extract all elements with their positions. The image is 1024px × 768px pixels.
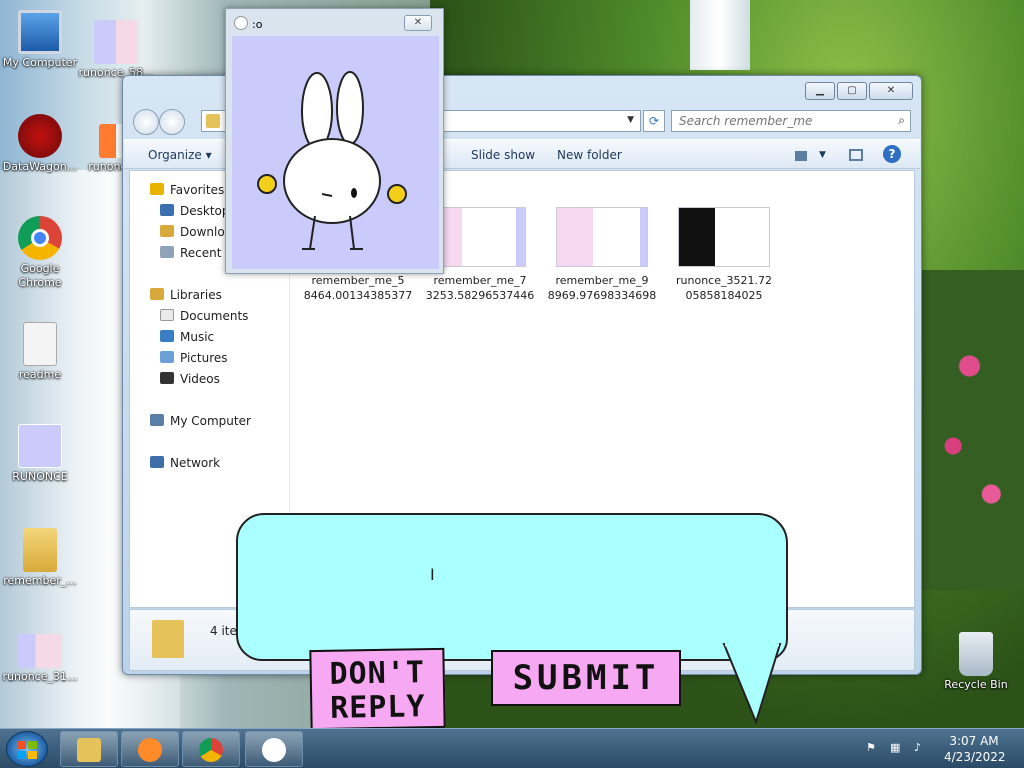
bunny-icon: [234, 16, 248, 30]
videos-icon: [160, 372, 174, 384]
back-button[interactable]: [133, 109, 159, 135]
chrome-icon: [199, 738, 223, 762]
desktop-icon: [160, 204, 174, 216]
datawagon-icon: [18, 114, 62, 158]
new-folder-button[interactable]: New folder: [557, 148, 622, 162]
music-icon: [160, 330, 174, 342]
search-input[interactable]: [672, 111, 882, 131]
libraries-icon: [150, 288, 164, 300]
folder-icon: [206, 114, 220, 128]
desktop-icon-datawagon[interactable]: DataWagon...: [0, 114, 80, 174]
nav-libraries[interactable]: Libraries: [150, 288, 222, 302]
refresh-button[interactable]: ⟳: [643, 110, 665, 132]
desktop-icon-google-chrome[interactable]: Google Chrome: [0, 216, 80, 290]
bunny-illustration: [257, 71, 407, 250]
text-file-icon: [23, 322, 57, 366]
start-button[interactable]: [6, 731, 48, 767]
dont-reply-button[interactable]: DON'T REPLY: [309, 647, 446, 731]
desktop-icon-runonce-58[interactable]: runonce_58...: [76, 20, 156, 80]
file-thumbnail: [434, 207, 526, 267]
bunny-icon: [18, 424, 62, 468]
download-icon: [160, 225, 174, 237]
nav-favorites[interactable]: Favorites: [150, 183, 224, 197]
taskbar-media-player[interactable]: [121, 731, 179, 767]
taskbar-chrome[interactable]: [182, 731, 240, 767]
image-file-icon: [18, 634, 62, 668]
chevron-down-icon[interactable]: ▼: [819, 150, 826, 160]
network-icon: [150, 456, 164, 468]
forward-button[interactable]: [159, 109, 185, 135]
pictures-icon: [160, 351, 174, 363]
preview-pane-icon[interactable]: [849, 149, 863, 161]
computer-icon: [18, 10, 62, 54]
folder-icon: [23, 528, 57, 572]
desktop-icon-remember-folder[interactable]: remember_...: [0, 528, 80, 588]
wallpaper-flowers: [915, 270, 1024, 590]
change-view-icon[interactable]: [795, 151, 807, 161]
chrome-icon: [18, 216, 62, 260]
recycle-bin-icon: [959, 632, 993, 676]
action-center-icon[interactable]: ⚑: [866, 741, 880, 755]
organize-button[interactable]: Organize ▾: [148, 148, 212, 162]
computer-icon: [150, 414, 164, 426]
help-icon[interactable]: ?: [883, 145, 901, 163]
close-button[interactable]: ✕: [869, 82, 913, 100]
taskbar-explorer[interactable]: [60, 731, 118, 767]
documents-icon: [160, 309, 174, 321]
taskbar: ⚑ ▦ ♪ 3:07 AM 4/23/2022: [0, 728, 1024, 768]
network-icon[interactable]: ▦: [890, 741, 904, 755]
nav-pictures[interactable]: Pictures: [160, 351, 228, 365]
chevron-down-icon[interactable]: ▼: [627, 115, 634, 125]
reply-input-bubble[interactable]: [236, 513, 788, 661]
nav-documents[interactable]: Documents: [160, 309, 248, 323]
desktop-icon-my-computer[interactable]: My Computer: [0, 10, 80, 70]
image-file-icon: [94, 20, 138, 64]
bubble-tail: [722, 641, 782, 725]
desktop-icon-runonce-app[interactable]: RUNONCE: [0, 424, 80, 484]
desktop-icon-runonce-31[interactable]: runonce_31...: [0, 634, 80, 684]
nav-my-computer[interactable]: My Computer: [150, 414, 251, 428]
search-box[interactable]: ⌕: [671, 110, 911, 132]
slideshow-button[interactable]: Slide show: [471, 148, 535, 162]
taskbar-runonce[interactable]: [245, 731, 303, 767]
system-tray: ⚑ ▦ ♪: [866, 741, 928, 755]
nav-music[interactable]: Music: [160, 330, 214, 344]
popup-window: :o ✕: [225, 8, 444, 274]
desktop-icon-recycle-bin[interactable]: Recycle Bin: [936, 632, 1016, 692]
bunny-icon: [262, 738, 286, 762]
windows-logo-icon: [17, 741, 37, 759]
volume-icon[interactable]: ♪: [914, 741, 928, 755]
recent-places-icon: [160, 246, 174, 258]
close-button[interactable]: ✕: [404, 15, 432, 31]
star-icon: [150, 183, 164, 195]
file-thumbnail: [678, 207, 770, 267]
submit-button[interactable]: SUBMIT: [491, 650, 681, 706]
window-controls: ▁ ▢ ✕: [805, 82, 913, 100]
file-thumbnail: [556, 207, 648, 267]
folder-icon: [152, 620, 184, 658]
desktop-icon-readme[interactable]: readme: [0, 322, 80, 382]
clock[interactable]: 3:07 AM 4/23/2022: [944, 733, 1006, 765]
popup-title: :o: [252, 18, 263, 31]
nav-videos[interactable]: Videos: [160, 372, 220, 386]
folder-icon: [77, 738, 101, 762]
media-player-icon: [138, 738, 162, 762]
nav-network[interactable]: Network: [150, 456, 220, 470]
wallpaper-waterfall-top: [690, 0, 750, 70]
nav-desktop[interactable]: Desktop: [160, 204, 230, 218]
minimize-button[interactable]: ▁: [805, 82, 835, 100]
file-item[interactable]: runonce_3521.72 05858184025: [664, 207, 784, 303]
popup-canvas: [232, 36, 439, 269]
maximize-button[interactable]: ▢: [837, 82, 867, 100]
search-icon[interactable]: ⌕: [898, 113, 905, 128]
text-cursor-icon: I: [430, 565, 435, 584]
file-item[interactable]: remember_me_9 8969.97698334698: [542, 207, 662, 303]
